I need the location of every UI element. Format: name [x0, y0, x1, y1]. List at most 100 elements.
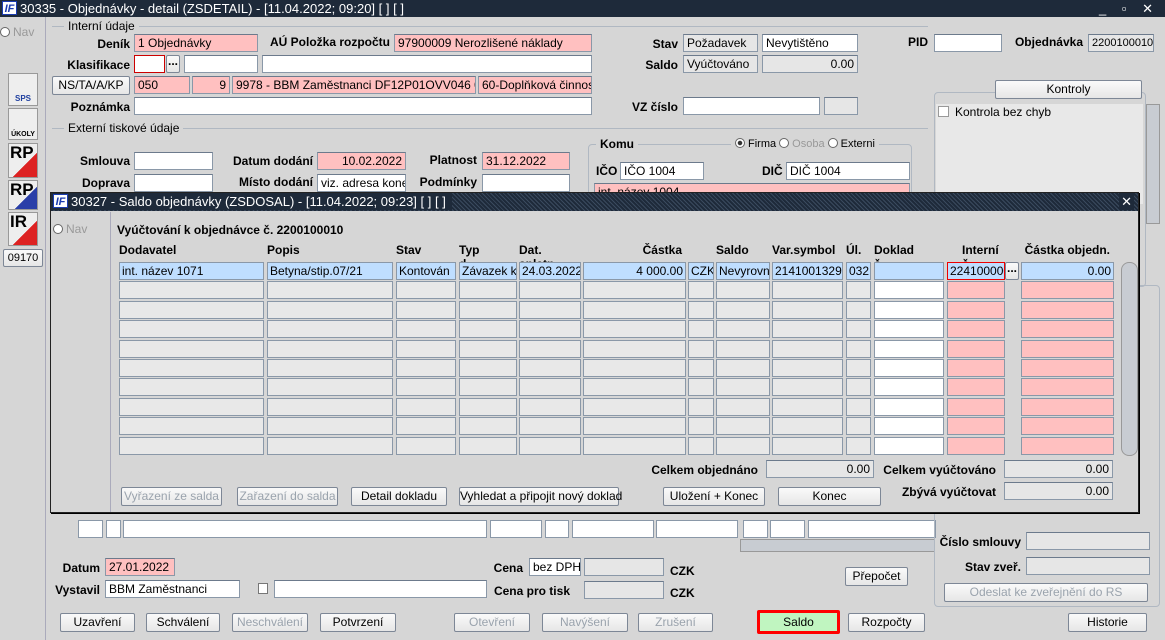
cell-doklad[interactable]	[874, 300, 944, 319]
cell-var-symbol[interactable]	[772, 339, 843, 358]
cell-castka-objedn[interactable]: 0.00	[1021, 262, 1114, 280]
cell-saldo[interactable]	[716, 436, 770, 455]
cell-typ[interactable]	[459, 359, 517, 377]
cell-typ[interactable]	[459, 300, 517, 319]
cell-typ[interactable]	[459, 281, 517, 300]
cell-dodavatel[interactable]	[119, 300, 264, 319]
cell-stav[interactable]	[396, 417, 456, 436]
cell-var-symbol[interactable]	[772, 436, 843, 455]
kp-field[interactable]: 60-Doplňková činnost	[478, 76, 592, 94]
cell-interni[interactable]	[947, 320, 1005, 339]
cell-saldo[interactable]	[716, 281, 770, 300]
saldo-button[interactable]: Saldo	[757, 610, 840, 634]
ns-field[interactable]: 050	[134, 76, 190, 94]
cell-interni[interactable]	[947, 359, 1005, 377]
cell-castka-objedn[interactable]	[1021, 378, 1114, 397]
cell-stav[interactable]	[396, 281, 456, 300]
interni-lov-button[interactable]: ...	[1005, 262, 1019, 280]
odeslat-rs-button[interactable]: Odeslat ke zveřejnění do RS	[944, 583, 1148, 602]
cell-popis[interactable]	[267, 378, 393, 397]
cell-typ[interactable]	[459, 320, 517, 339]
poznamka-field[interactable]	[134, 97, 592, 115]
cell-castka-objedn[interactable]	[1021, 281, 1114, 300]
kontroly-button[interactable]: Kontroly	[995, 80, 1142, 99]
cell-ul[interactable]: 032	[846, 262, 871, 280]
cell-saldo[interactable]	[716, 320, 770, 339]
cell-var-symbol[interactable]	[772, 300, 843, 319]
cell-castka[interactable]	[583, 320, 686, 339]
dic-field[interactable]: DIČ 1004	[786, 162, 910, 180]
zarazeni-button[interactable]: Zařazení do salda	[237, 487, 338, 506]
ukoly-button[interactable]: ÚKOLY	[8, 108, 38, 140]
historie-button[interactable]: Historie	[1068, 613, 1147, 632]
cell-interni[interactable]	[947, 397, 1005, 416]
cell-popis[interactable]: Betyna/stip.07/21	[267, 262, 393, 280]
cell-castka[interactable]	[583, 281, 686, 300]
cell-castka[interactable]	[583, 378, 686, 397]
cell-saldo[interactable]	[716, 300, 770, 319]
cell-mena[interactable]	[688, 339, 714, 358]
ico-field[interactable]: IČO 1004	[620, 162, 704, 180]
cell-castka[interactable]	[583, 417, 686, 436]
cell-castka-objedn[interactable]	[1021, 397, 1114, 416]
cell-var-symbol[interactable]	[772, 397, 843, 416]
kontroly-scrollbar[interactable]	[1146, 104, 1160, 224]
cell-typ[interactable]	[459, 378, 517, 397]
rp-eu-button[interactable]: RP	[8, 180, 38, 210]
denik-field[interactable]: 1 Objednávky	[134, 34, 258, 52]
cell-dat-splatn[interactable]	[519, 300, 581, 319]
cell-castka[interactable]: 4 000.00	[583, 262, 686, 280]
cell-dodavatel[interactable]	[119, 359, 264, 377]
ns-ta-a-kp-button[interactable]: NS/TA/A/KP	[52, 76, 130, 95]
cell-typ[interactable]	[459, 397, 517, 416]
cell-dat-splatn[interactable]	[519, 359, 581, 377]
vystavil-extra-field[interactable]	[274, 580, 487, 598]
cell-popis[interactable]	[267, 320, 393, 339]
modal-nav-radio[interactable]: Nav	[53, 222, 87, 236]
cell-doklad[interactable]	[874, 417, 944, 436]
cell-mena[interactable]	[688, 281, 714, 300]
a-field[interactable]: 9978 - BBM Zaměstnanci DF12P01OVV046 050	[232, 76, 476, 94]
datum-dodani-field[interactable]: 10.02.2022	[317, 152, 406, 170]
ta-field[interactable]: 9	[192, 76, 230, 94]
misto-dodani-field[interactable]: viz. adresa koneč	[317, 174, 406, 192]
nav-radio[interactable]: Nav	[0, 25, 34, 39]
cell-saldo[interactable]	[716, 417, 770, 436]
platnost-field[interactable]: 31.12.2022	[482, 152, 570, 170]
cell-castka-objedn[interactable]	[1021, 300, 1114, 319]
cell-typ[interactable]	[459, 339, 517, 358]
cell-stav[interactable]	[396, 320, 456, 339]
cell-castka-objedn[interactable]	[1021, 436, 1114, 455]
cell-var-symbol[interactable]	[772, 320, 843, 339]
cell-dodavatel[interactable]	[119, 417, 264, 436]
cell-castka-objedn[interactable]	[1021, 320, 1114, 339]
schvaleni-button[interactable]: Schválení	[146, 613, 220, 632]
cell-ul[interactable]	[846, 320, 871, 339]
cell-typ[interactable]	[459, 436, 517, 455]
cell-ul[interactable]	[846, 378, 871, 397]
cell-mena[interactable]	[688, 436, 714, 455]
au-field[interactable]: 97900009 Nerozlišené náklady	[394, 34, 592, 52]
klasifikace-lov-button[interactable]: ...	[166, 55, 180, 73]
cell-ul[interactable]	[846, 281, 871, 300]
externi-radio[interactable]: Externi	[841, 138, 875, 150]
cell-castka[interactable]	[583, 300, 686, 319]
cell-popis[interactable]	[267, 436, 393, 455]
cell-dodavatel[interactable]	[119, 320, 264, 339]
rozpocty-button[interactable]: Rozpočty	[848, 613, 925, 632]
cell-doklad[interactable]	[874, 281, 944, 300]
cell-dodavatel[interactable]	[119, 397, 264, 416]
doprava-field[interactable]	[134, 174, 213, 192]
cell-var-symbol[interactable]: 2141001329	[772, 262, 843, 280]
datum-field[interactable]: 27.01.2022	[105, 558, 175, 576]
cell-doklad[interactable]	[874, 378, 944, 397]
cell-dodavatel[interactable]	[119, 281, 264, 300]
cell-dat-splatn[interactable]	[519, 397, 581, 416]
horizontal-scrollbar[interactable]	[740, 539, 935, 552]
cell-ul[interactable]	[846, 339, 871, 358]
vystavil-checkbox[interactable]	[258, 583, 268, 594]
kontrola-checkbox[interactable]	[938, 106, 949, 117]
cell-interni[interactable]	[947, 339, 1005, 358]
neschvaleni-button[interactable]: Neschválení	[232, 613, 308, 632]
cell-mena[interactable]	[688, 417, 714, 436]
